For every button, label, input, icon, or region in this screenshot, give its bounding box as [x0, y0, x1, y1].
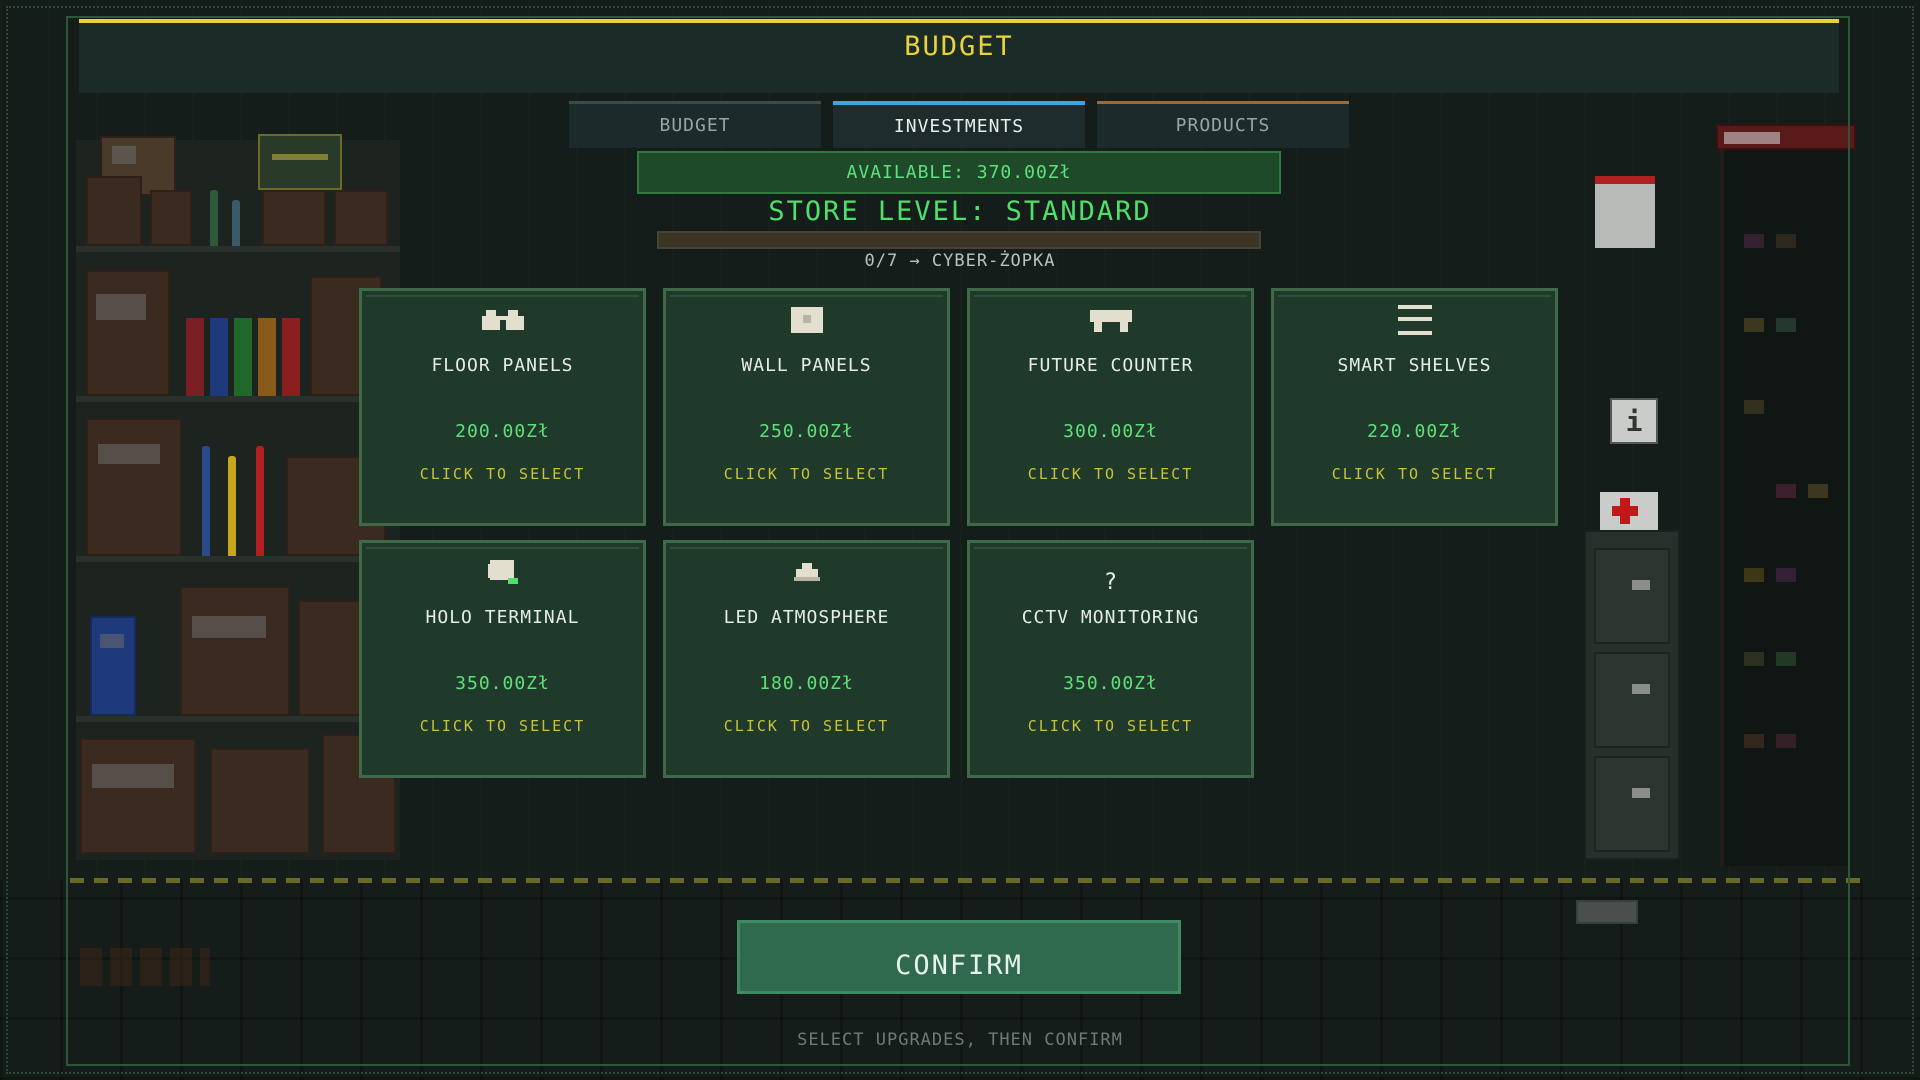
card-price: 220.00Zł: [1367, 421, 1462, 442]
card-name: SMART SHELVES: [1337, 355, 1492, 376]
hazard-stripe: [70, 878, 1860, 883]
card-price: 180.00Zł: [759, 673, 854, 694]
book: [258, 318, 276, 396]
jar: [1744, 400, 1764, 414]
storage-box: [86, 270, 170, 396]
store-level-progress-bar: [657, 231, 1261, 249]
tab-products[interactable]: PRODUCTS: [1097, 101, 1349, 148]
bottle: [256, 446, 264, 556]
shelf-board: [76, 716, 400, 722]
jar: [1744, 318, 1764, 332]
confirm-button[interactable]: CONFIRM: [737, 920, 1181, 994]
header-bar: BUDGET: [79, 19, 1839, 93]
jar: [1808, 484, 1828, 498]
card-action: CLICK TO SELECT: [1331, 465, 1498, 483]
card-name: FLOOR PANELS: [431, 355, 574, 376]
card-future-counter[interactable]: FUTURE COUNTER 300.00Zł CLICK TO SELECT: [967, 288, 1254, 526]
jar: [1776, 484, 1796, 498]
card-name: CCTV MONITORING: [1021, 607, 1200, 628]
card-action: CLICK TO SELECT: [723, 717, 890, 735]
card-action: CLICK TO SELECT: [419, 465, 586, 483]
card-holo-terminal[interactable]: HOLO TERMINAL 350.00Zł CLICK TO SELECT: [359, 540, 646, 778]
card-price: 200.00Zł: [455, 421, 550, 442]
question-mark-glyph: ?: [1103, 569, 1118, 595]
shelf-sign: [258, 134, 342, 190]
floor-mat: [1576, 900, 1638, 924]
tab-bar: BUDGET INVESTMENTS PRODUCTS: [569, 101, 1349, 148]
card-action: CLICK TO SELECT: [1027, 717, 1194, 735]
jar: [1776, 568, 1796, 582]
card-action: CLICK TO SELECT: [1027, 465, 1194, 483]
book: [210, 318, 228, 396]
shelf-board: [76, 396, 400, 402]
bottle: [202, 446, 210, 556]
jar: [1776, 234, 1796, 248]
available-funds: AVAILABLE: 370.00Zł: [637, 151, 1281, 194]
jar: [1776, 734, 1796, 748]
filing-cabinet: [1584, 530, 1680, 860]
storage-box: [80, 738, 196, 854]
card-cctv-monitoring[interactable]: ? CCTV MONITORING 350.00Zł CLICK TO SELE…: [967, 540, 1254, 778]
shelf-board: [76, 556, 400, 562]
jar: [1744, 734, 1764, 748]
page-title: BUDGET: [904, 31, 1014, 62]
card-led-atmosphere[interactable]: LED ATMOSPHERE 180.00Zł CLICK TO SELECT: [663, 540, 950, 778]
shelf-header-sign: [1716, 124, 1856, 150]
card-name: FUTURE COUNTER: [1027, 355, 1194, 376]
instruction-hint: SELECT UPGRADES, THEN CONFIRM: [797, 1030, 1123, 1050]
led-lamp-icon: [666, 555, 947, 589]
floor-panels-icon: [362, 303, 643, 337]
card-name: LED ATMOSPHERE: [723, 607, 890, 628]
bottle: [228, 456, 236, 556]
book: [282, 318, 300, 396]
binder: [90, 616, 136, 716]
card-wall-panels[interactable]: WALL PANELS 250.00Zł CLICK TO SELECT: [663, 288, 950, 526]
card-floor-panels[interactable]: FLOOR PANELS 200.00Zł CLICK TO SELECT: [359, 288, 646, 526]
book: [186, 318, 204, 396]
terminal-icon: [362, 555, 643, 589]
pallet: [80, 948, 210, 986]
card-name: WALL PANELS: [741, 355, 872, 376]
storage-box: [180, 586, 290, 716]
card-action: CLICK TO SELECT: [419, 717, 586, 735]
progress-label: 0/7 → CYBER-ŻOPKA: [864, 251, 1056, 271]
jar: [1744, 568, 1764, 582]
store-level-label: STORE LEVEL: STANDARD: [768, 196, 1152, 227]
question-mark-icon: ?: [970, 565, 1251, 599]
card-price: 350.00Zł: [455, 673, 550, 694]
card-price: 250.00Zł: [759, 421, 854, 442]
card-price: 300.00Zł: [1063, 421, 1158, 442]
jar: [1744, 234, 1764, 248]
card-price: 350.00Zł: [1063, 673, 1158, 694]
tab-budget[interactable]: BUDGET: [569, 101, 821, 148]
shelves-icon: [1274, 303, 1555, 337]
storage-box: [210, 748, 310, 854]
card-name: HOLO TERMINAL: [425, 607, 580, 628]
storage-box: [86, 418, 182, 556]
jar: [1744, 652, 1764, 666]
book: [234, 318, 252, 396]
card-action: CLICK TO SELECT: [723, 465, 890, 483]
info-sign-icon: i: [1610, 398, 1658, 444]
tab-investments[interactable]: INVESTMENTS: [833, 101, 1085, 148]
counter-icon: [970, 303, 1251, 337]
first-aid-icon: [1600, 492, 1658, 532]
jar: [1776, 652, 1796, 666]
jar: [1776, 318, 1796, 332]
card-smart-shelves[interactable]: SMART SHELVES 220.00Zł CLICK TO SELECT: [1271, 288, 1558, 526]
wall-panels-icon: [666, 303, 947, 337]
